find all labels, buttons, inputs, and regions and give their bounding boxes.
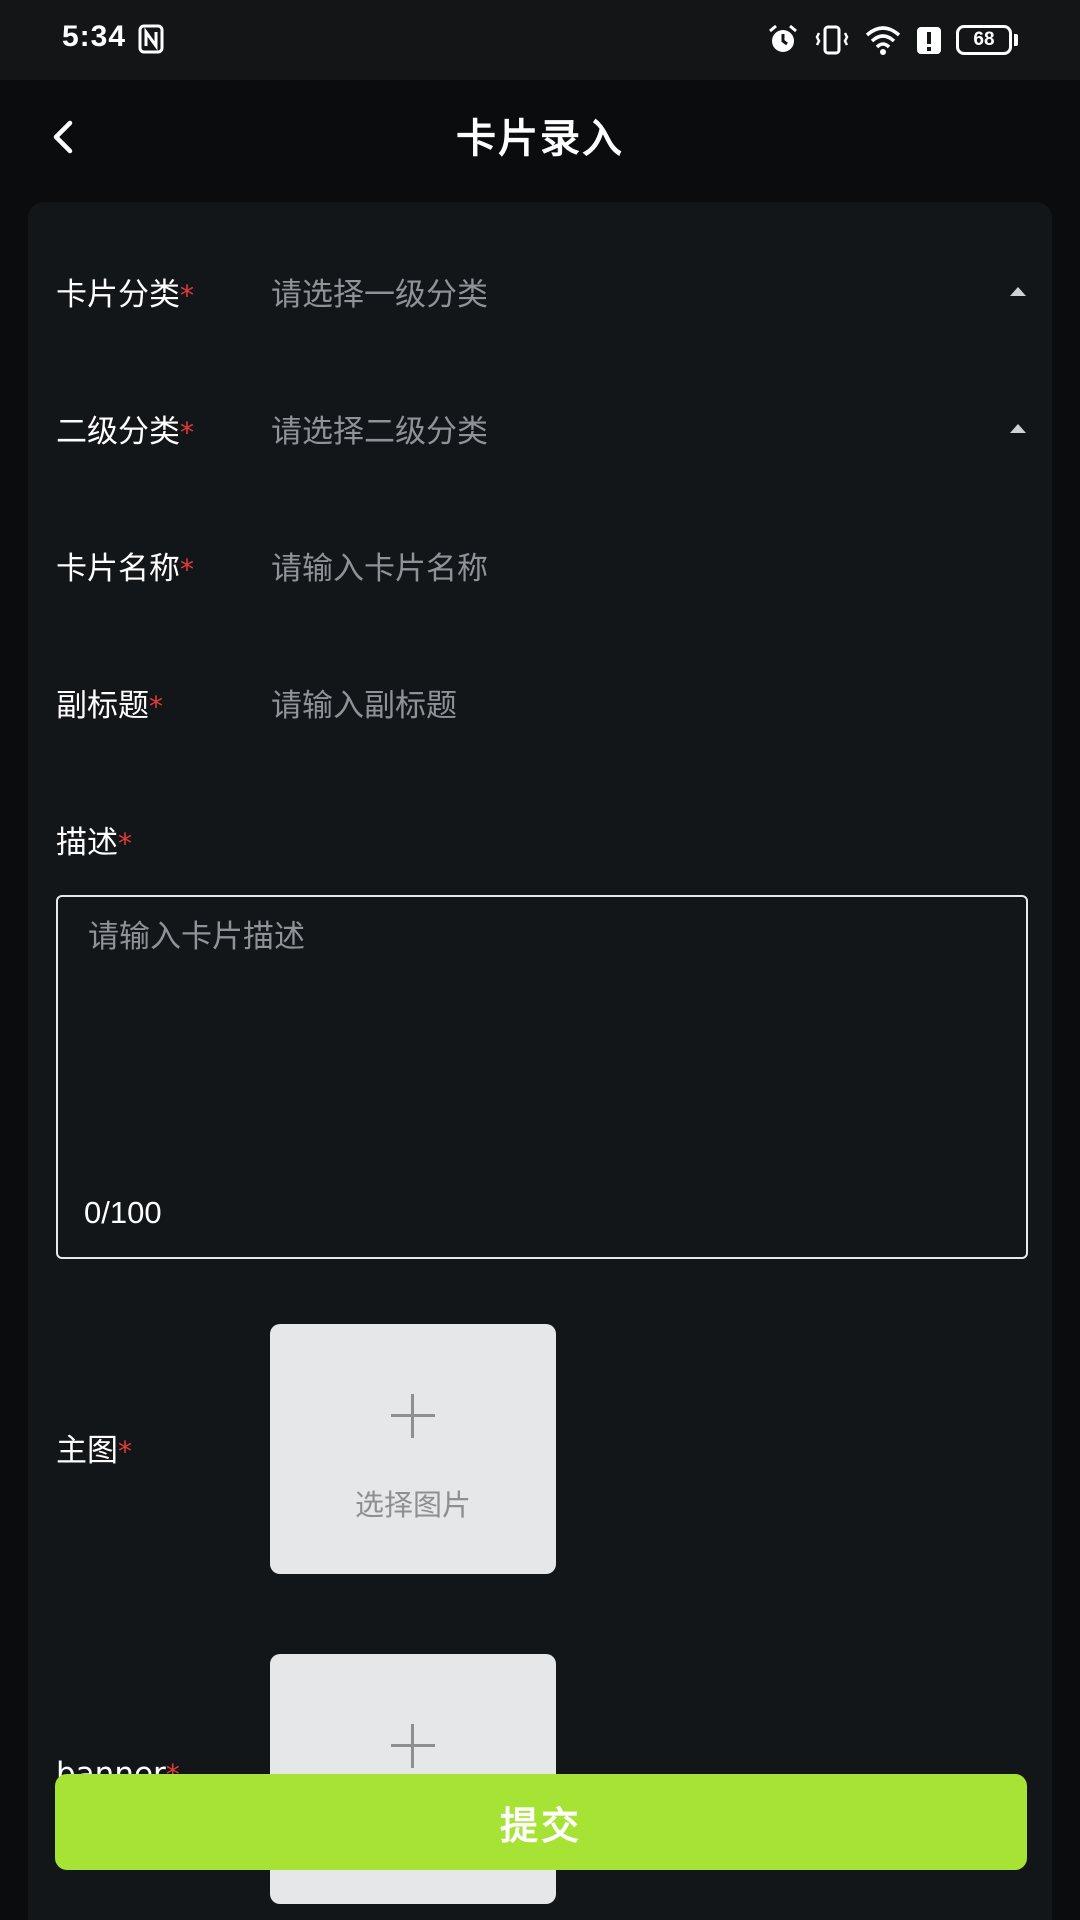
card-name-label: 卡片名称* <box>56 550 194 587</box>
wifi-icon <box>865 26 901 55</box>
card-name-input[interactable]: 请输入卡片名称 <box>271 543 1032 588</box>
main-image-upload[interactable]: 选择图片 <box>270 1324 556 1574</box>
category-label: 卡片分类* <box>56 276 194 313</box>
required-mark: * <box>118 1434 132 1468</box>
required-mark: * <box>180 552 194 586</box>
subcategory-label: 二级分类* <box>56 413 194 450</box>
vibrate-icon <box>815 25 849 55</box>
upload-label: 选择图片 <box>354 1488 471 1522</box>
subtitle-label: 副标题* <box>56 687 163 724</box>
nfc-icon <box>138 24 164 54</box>
battery-level: 68 <box>956 25 1012 55</box>
page-title: 卡片录入 <box>456 116 624 162</box>
battery-icon: 68 <box>956 25 1018 55</box>
plus-icon <box>391 1394 435 1438</box>
screen: 5:34 68 卡片录入 卡片分类* 请选择一级分类 二级分类* 请选择二级分类… <box>0 0 1080 1920</box>
caret-up-icon <box>1010 423 1026 433</box>
status-icons: 68 <box>766 22 1018 58</box>
description-textarea[interactable]: 请输入卡片描述 0/100 <box>56 895 1028 1259</box>
required-mark: * <box>118 826 132 860</box>
required-mark: * <box>180 415 194 449</box>
subtitle-row: 副标题* 请输入副标题 <box>56 667 1032 737</box>
subcategory-placeholder: 请选择二级分类 <box>271 413 488 450</box>
category-select[interactable]: 卡片分类* 请选择一级分类 <box>56 256 1032 326</box>
status-time: 5:34 <box>62 20 127 53</box>
description-label-row: 描述* <box>56 804 1032 874</box>
submit-button[interactable]: 提交 <box>55 1774 1027 1870</box>
status-bar: 5:34 68 <box>0 0 1080 80</box>
caret-up-icon <box>1010 286 1026 296</box>
subcategory-select[interactable]: 二级分类* 请选择二级分类 <box>56 393 1032 463</box>
category-placeholder: 请选择一级分类 <box>271 276 488 313</box>
alarm-icon <box>769 24 797 52</box>
alert-icon <box>917 27 941 54</box>
card-name-row: 卡片名称* 请输入卡片名称 <box>56 530 1032 600</box>
app-header: 卡片录入 <box>0 80 1080 200</box>
subtitle-input[interactable]: 请输入副标题 <box>271 680 1032 725</box>
character-counter: 0/100 <box>84 1195 162 1230</box>
plus-icon <box>391 1724 435 1768</box>
required-mark: * <box>149 689 163 723</box>
description-label: 描述* <box>56 824 132 861</box>
main-image-label: 主图* <box>56 1432 132 1469</box>
form-card: 卡片分类* 请选择一级分类 二级分类* 请选择二级分类 卡片名称* 请输入卡片名… <box>28 202 1052 1920</box>
description-placeholder: 请输入卡片描述 <box>88 919 305 955</box>
required-mark: * <box>180 278 194 312</box>
